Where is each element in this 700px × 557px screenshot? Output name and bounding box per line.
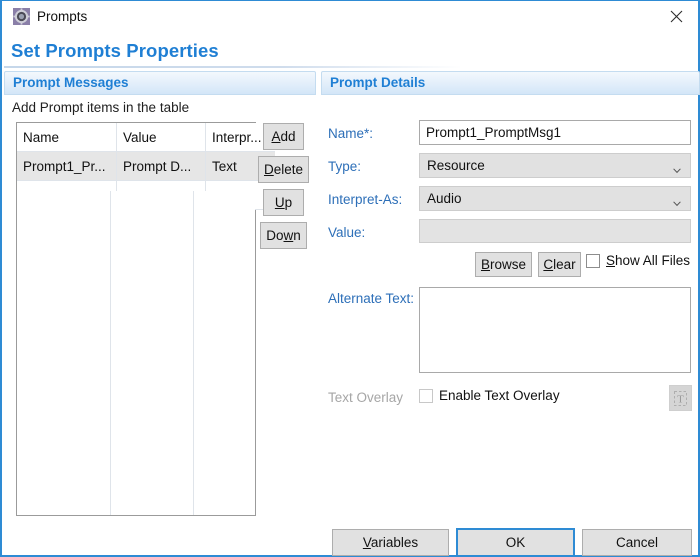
chevron-down-icon: [673, 196, 681, 207]
close-icon[interactable]: [654, 1, 698, 31]
cancel-button[interactable]: Cancel: [582, 529, 692, 556]
type-label: Type:: [328, 159, 362, 174]
cell-value[interactable]: Prompt D...: [116, 151, 206, 181]
variables-button-mnemonic: V: [362, 535, 371, 550]
svg-text:T: T: [677, 393, 684, 405]
move-down-button[interactable]: Down: [260, 222, 307, 249]
title-bar: Prompts: [2, 1, 698, 32]
ok-button[interactable]: OK: [456, 528, 575, 557]
name-input[interactable]: [419, 120, 691, 145]
grid-column-line-3: [194, 191, 255, 515]
down-button-label-post: n: [293, 228, 301, 243]
show-all-files-label: Show All Files: [606, 253, 690, 268]
prompts-gear-icon: [13, 8, 30, 25]
value-label: Value:: [328, 225, 366, 240]
grid-column-line-1: [17, 191, 111, 515]
add-button-label: dd: [280, 129, 296, 144]
name-label: Name*:: [328, 126, 374, 141]
page-title: Set Prompts Properties: [11, 40, 219, 61]
interpret-as-dropdown-value: Audio: [427, 191, 462, 206]
delete-button-label: elete: [273, 162, 304, 177]
delete-button[interactable]: Delete: [258, 156, 309, 183]
browse-button[interactable]: Browse: [475, 252, 532, 277]
show-all-files-label-rest: how All Files: [615, 253, 691, 268]
show-all-files-checkbox[interactable]: [586, 253, 600, 268]
cancel-button-label: Cancel: [615, 535, 659, 550]
interpret-as-dropdown[interactable]: Audio: [419, 186, 691, 211]
alternate-text-label: Alternate Text:: [328, 291, 415, 306]
table-header-row: Name Value Interpr...: [17, 123, 275, 152]
up-button-label: p: [284, 195, 293, 210]
show-all-files-checkbox-row[interactable]: Show All Files: [586, 253, 690, 268]
section-header-prompt-messages: Prompt Messages: [4, 71, 316, 95]
column-header-name[interactable]: Name: [17, 123, 117, 152]
section-title-left: Prompt Messages: [13, 75, 129, 90]
section-title-right: Prompt Details: [330, 75, 426, 90]
section-header-prompt-details: Prompt Details: [321, 71, 700, 95]
down-button-label-pre: Do: [266, 228, 284, 243]
variables-button-label: ariables: [370, 535, 419, 550]
grid-column-line-2: [111, 191, 194, 515]
cell-name[interactable]: Prompt1_Pr...: [17, 151, 117, 181]
type-dropdown[interactable]: Resource: [419, 153, 691, 178]
down-button-mnemonic: w: [283, 228, 294, 243]
enable-text-overlay-checkbox-row[interactable]: Enable Text Overlay: [419, 388, 560, 403]
text-format-icon[interactable]: T: [669, 385, 692, 411]
prompts-dialog: Prompts Set Prompts Properties Prompt Me…: [0, 0, 700, 557]
show-all-files-mnemonic: S: [606, 253, 616, 268]
prompt-messages-subtitle: Add Prompt items in the table: [12, 100, 190, 115]
clear-button-mnemonic: C: [543, 257, 554, 272]
clear-button-label: lear: [553, 257, 576, 272]
chevron-down-icon: [673, 163, 681, 174]
prompt-messages-table[interactable]: Name Value Interpr... Prompt1_Pr... Prom…: [16, 122, 275, 516]
column-header-value[interactable]: Value: [116, 123, 206, 152]
move-up-button[interactable]: Up: [263, 189, 304, 216]
enable-text-overlay-label: Enable Text Overlay: [439, 388, 560, 403]
table-empty-area[interactable]: [17, 191, 255, 515]
enable-text-overlay-checkbox[interactable]: [419, 388, 433, 403]
value-input[interactable]: [419, 219, 691, 243]
alternate-text-input[interactable]: [419, 287, 691, 373]
window-title: Prompts: [37, 9, 88, 24]
type-dropdown-value: Resource: [427, 158, 485, 173]
delete-button-mnemonic: D: [263, 162, 274, 177]
variables-button[interactable]: Variables: [332, 529, 449, 556]
up-button-mnemonic: U: [274, 195, 285, 210]
text-overlay-label: Text Overlay: [328, 390, 404, 405]
clear-button[interactable]: Clear: [538, 252, 581, 277]
interpret-as-label: Interpret-As:: [328, 192, 403, 207]
heading-divider: [4, 66, 462, 68]
ok-button-label: OK: [505, 535, 526, 550]
browse-button-mnemonic: B: [480, 257, 490, 272]
browse-button-label: rowse: [490, 257, 527, 272]
table-row[interactable]: Prompt1_Pr... Prompt D... Text: [17, 151, 275, 181]
add-button[interactable]: Add: [263, 123, 304, 150]
